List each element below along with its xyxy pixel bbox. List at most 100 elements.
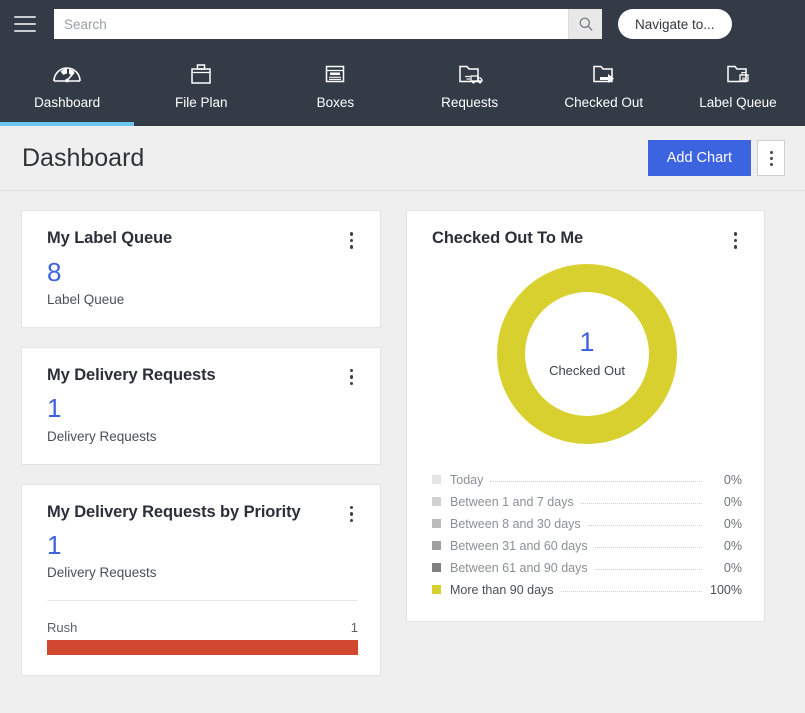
legend-swatch bbox=[432, 541, 441, 550]
legend-row[interactable]: Between 31 and 60 days 0% bbox=[432, 535, 742, 557]
card-metric-value[interactable]: 8 bbox=[47, 258, 358, 286]
legend-swatch bbox=[432, 475, 441, 484]
card-metric-value[interactable]: 1 bbox=[47, 394, 358, 422]
legend-row[interactable]: Between 1 and 7 days 0% bbox=[432, 491, 742, 513]
page-title: Dashboard bbox=[22, 143, 145, 172]
briefcase-icon bbox=[187, 58, 215, 90]
nav-tab-label: File Plan bbox=[174, 95, 228, 110]
donut-center-value: 1 bbox=[579, 327, 595, 357]
card-my-delivery-requests-by-priority: My Delivery Requests by Priority 1 Deliv… bbox=[21, 483, 381, 677]
kebab-dot bbox=[349, 381, 353, 386]
main-navigation: Dashboard File Plan Boxes Requests Check… bbox=[0, 48, 805, 126]
bar-chart-row: Rush 1 bbox=[47, 620, 358, 656]
dashboard-grid: My Label Queue 8 Label Queue My Delivery… bbox=[0, 191, 805, 677]
bar-fill[interactable] bbox=[47, 640, 358, 656]
legend-swatch bbox=[432, 585, 441, 594]
legend-leader-dots bbox=[580, 495, 702, 504]
legend-leader-dots bbox=[560, 583, 702, 592]
gauge-icon bbox=[52, 58, 82, 90]
legend-leader-dots bbox=[594, 539, 702, 548]
card-header: My Delivery Requests by Priority bbox=[47, 503, 358, 526]
nav-tab-label: Checked Out bbox=[564, 95, 644, 110]
legend-value: 0% bbox=[723, 472, 742, 487]
card-metric-label: Delivery Requests bbox=[47, 565, 157, 581]
nav-tab-label: Label Queue bbox=[699, 95, 777, 110]
hamburger-icon[interactable] bbox=[10, 11, 40, 37]
nav-tab-boxes[interactable]: Boxes bbox=[268, 48, 402, 126]
nav-tab-label-queue[interactable]: Label Queue bbox=[671, 48, 805, 126]
hamburger-line bbox=[14, 16, 36, 18]
card-options-kebab-icon[interactable] bbox=[345, 229, 359, 252]
legend-value: 100% bbox=[710, 582, 742, 597]
legend-value: 0% bbox=[723, 516, 742, 531]
donut-legend: Today 0% Between 1 and 7 days 0% Between 8 a… bbox=[432, 469, 742, 601]
folder-arrow-icon bbox=[589, 58, 619, 90]
folder-printer-icon bbox=[723, 58, 753, 90]
nav-tab-checked-out[interactable]: Checked Out bbox=[537, 48, 671, 126]
card-options-kebab-icon[interactable] bbox=[345, 366, 359, 389]
kebab-dot bbox=[349, 232, 353, 236]
legend-label: Today bbox=[450, 472, 484, 487]
card-checked-out-to-me: Checked Out To Me 1 Checked Out Today 0% B… bbox=[406, 210, 765, 622]
donut-center: 1 Checked Out bbox=[525, 291, 649, 416]
card-metric-value[interactable]: 1 bbox=[47, 531, 358, 559]
kebab-dot bbox=[769, 162, 773, 166]
bar-track bbox=[47, 640, 358, 656]
kebab-dot bbox=[349, 505, 353, 510]
bar-value-label: 1 bbox=[350, 620, 358, 636]
dashboard-column-left: My Label Queue 8 Label Queue My Delivery… bbox=[21, 210, 381, 677]
kebab-dot bbox=[769, 156, 773, 160]
nav-tab-file-plan[interactable]: File Plan bbox=[134, 48, 268, 126]
hamburger-line bbox=[14, 23, 36, 25]
legend-value: 0% bbox=[723, 538, 742, 553]
kebab-dot bbox=[349, 245, 353, 249]
donut-chart-wrapper: 1 Checked Out bbox=[432, 263, 742, 444]
legend-label: Between 31 and 60 days bbox=[450, 538, 588, 553]
card-options-kebab-icon[interactable] bbox=[729, 229, 743, 252]
legend-label: More than 90 days bbox=[450, 582, 554, 597]
legend-value: 0% bbox=[723, 494, 742, 509]
legend-swatch bbox=[432, 497, 441, 506]
hamburger-line bbox=[14, 30, 36, 32]
page-header: Dashboard Add Chart bbox=[0, 126, 805, 191]
legend-row[interactable]: Between 61 and 90 days 0% bbox=[432, 557, 742, 579]
search-bar bbox=[54, 9, 602, 39]
card-title: Checked Out To Me bbox=[432, 229, 584, 247]
kebab-dot bbox=[349, 375, 353, 379]
kebab-dot bbox=[349, 368, 353, 373]
legend-row[interactable]: More than 90 days 100% bbox=[432, 579, 742, 601]
archive-box-icon bbox=[321, 58, 349, 90]
legend-leader-dots bbox=[587, 517, 702, 526]
legend-leader-dots bbox=[490, 473, 702, 482]
dashboard-column-right: Checked Out To Me 1 Checked Out Today 0% B… bbox=[406, 210, 765, 622]
nav-tab-label: Dashboard bbox=[34, 95, 101, 110]
donut-chart[interactable]: 1 Checked Out bbox=[497, 263, 677, 444]
add-chart-button[interactable]: Add Chart bbox=[647, 140, 751, 176]
priority-bar-chart: Rush 1 bbox=[47, 620, 358, 656]
search-icon bbox=[579, 17, 593, 31]
kebab-dot bbox=[349, 518, 353, 523]
card-header: My Delivery Requests bbox=[47, 366, 358, 389]
card-header: Checked Out To Me bbox=[432, 229, 742, 252]
search-input[interactable] bbox=[54, 9, 568, 39]
kebab-dot bbox=[733, 232, 737, 236]
search-button[interactable] bbox=[568, 9, 602, 39]
bar-row-header: Rush 1 bbox=[47, 620, 358, 635]
legend-value: 0% bbox=[723, 560, 742, 575]
legend-label: Between 1 and 7 days bbox=[450, 494, 574, 509]
legend-row[interactable]: Today 0% bbox=[432, 469, 742, 491]
legend-swatch bbox=[432, 563, 441, 572]
nav-tab-dashboard[interactable]: Dashboard bbox=[0, 48, 135, 126]
top-bar: Navigate to... bbox=[0, 0, 805, 48]
nav-tab-label: Boxes bbox=[316, 95, 355, 110]
navigate-to-button[interactable]: Navigate to... bbox=[618, 9, 732, 39]
bar-category-label: Rush bbox=[47, 620, 78, 636]
legend-swatch bbox=[432, 519, 441, 528]
page-options-kebab-icon[interactable] bbox=[757, 140, 785, 176]
card-my-label-queue: My Label Queue 8 Label Queue bbox=[21, 210, 381, 328]
legend-leader-dots bbox=[594, 561, 702, 570]
legend-row[interactable]: Between 8 and 30 days 0% bbox=[432, 513, 742, 535]
nav-tab-requests[interactable]: Requests bbox=[403, 48, 537, 126]
card-options-kebab-icon[interactable] bbox=[345, 503, 359, 526]
legend-label: Between 8 and 30 days bbox=[450, 516, 581, 531]
